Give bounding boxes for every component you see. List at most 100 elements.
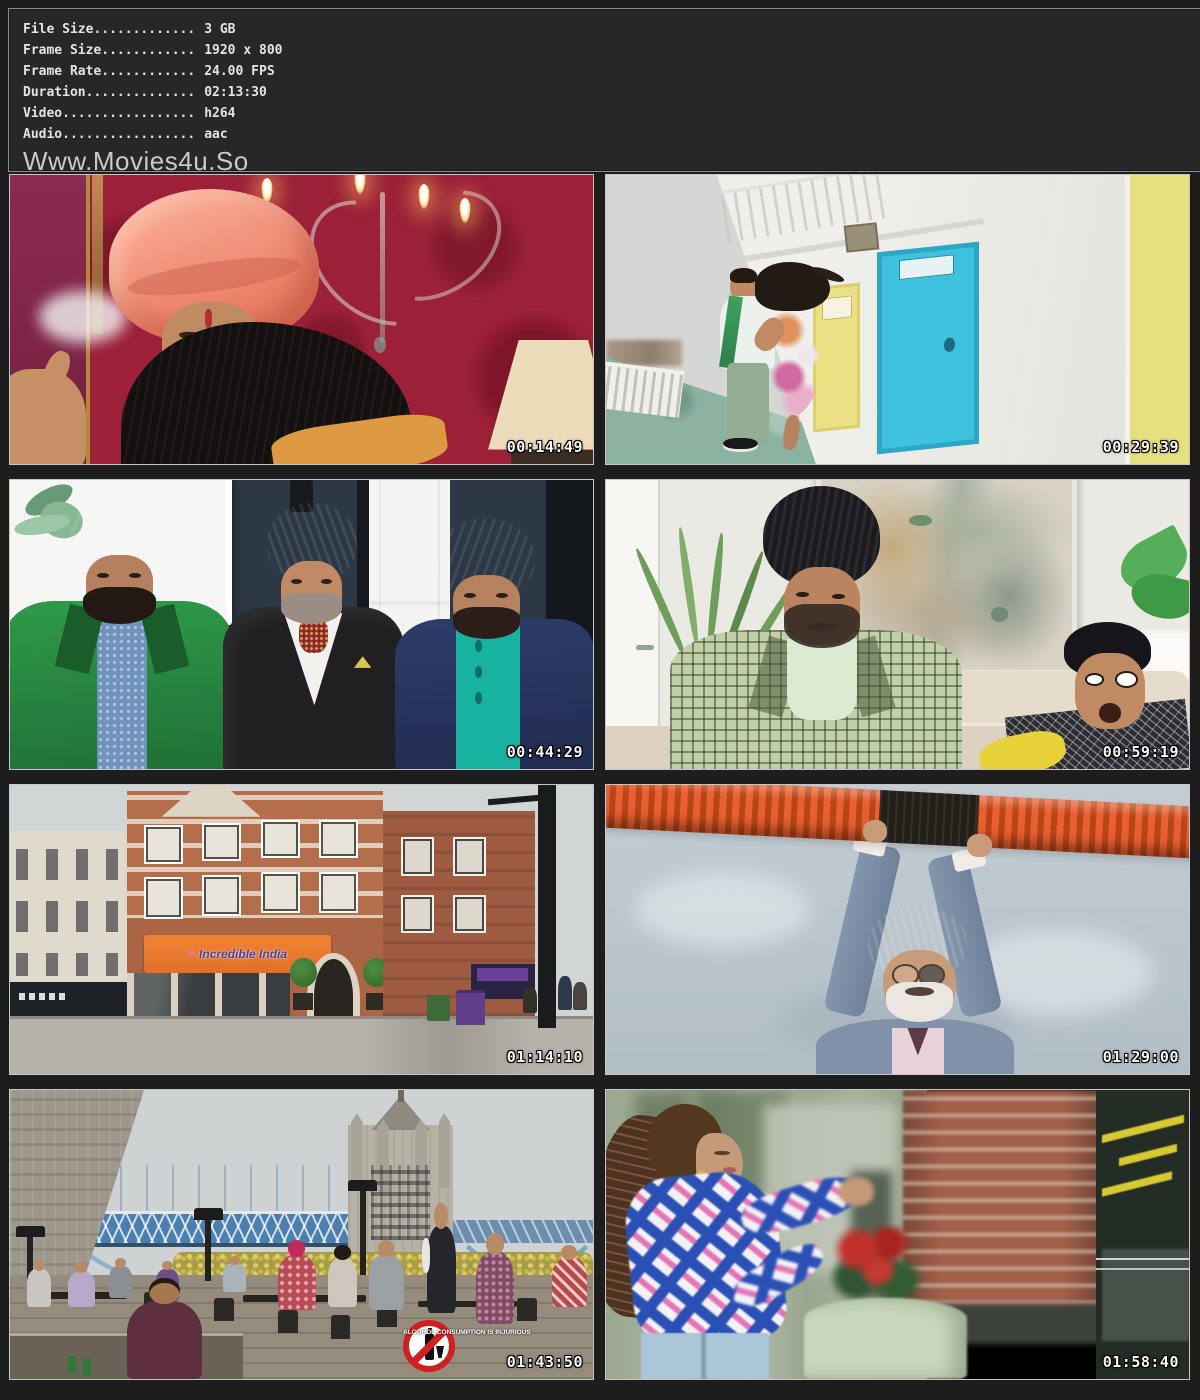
lamp-post (360, 1188, 366, 1275)
cafe-chair (214, 1298, 234, 1321)
window-row (16, 849, 121, 881)
topiary-tree (290, 958, 317, 987)
green-wheelie-bin (427, 995, 450, 1021)
lantern-head (194, 1208, 223, 1220)
scene-three-turbaned-men (10, 480, 593, 769)
timestamp-overlay: 00:29:39 (1103, 438, 1179, 456)
info-value: aac (195, 127, 227, 142)
man-in-pink-turban (278, 1255, 316, 1310)
storefront-sign-text: Incredible India (199, 947, 287, 961)
info-row-video: Video.................h264 (23, 103, 1200, 124)
yellow-wall-edge (1125, 175, 1190, 464)
diamond-pattern-cardigan (621, 1166, 789, 1349)
cafe-chair (278, 1310, 298, 1333)
media-info-panel: File Size.............3 GB Frame Size...… (8, 8, 1200, 172)
red-flower-cluster (828, 1226, 927, 1304)
blue-bridge-deck (86, 1211, 378, 1247)
white-beard (886, 982, 953, 1022)
screenshot-1: 00:14:49 (9, 174, 594, 465)
scene-hanging-from-pipe (606, 785, 1189, 1074)
gesturing-hand (9, 369, 86, 465)
tower-finial (398, 1089, 404, 1102)
info-label: File Size (23, 22, 93, 37)
pipe-black-joint (878, 790, 979, 847)
sash-window (144, 825, 183, 864)
tower-turret (439, 1113, 451, 1188)
info-value: h264 (195, 106, 235, 121)
sash-window (261, 820, 300, 859)
blue-hut-door (877, 242, 979, 455)
screenshot-4: 00:59:19 (605, 479, 1190, 770)
dot-leader: ............ (101, 43, 195, 58)
pedestrian (573, 982, 587, 1011)
timestamp-overlay: 00:59:19 (1103, 743, 1179, 761)
info-row-audio: Audio.................aac (23, 124, 1200, 145)
dark-beard (453, 607, 520, 639)
blurred-brick-column (903, 1090, 1101, 1321)
gripping-hand (967, 834, 991, 857)
wall-vent (844, 222, 880, 252)
info-value: 02:13:30 (195, 85, 267, 100)
warning-text: ALCOHOL CONSUMPTION IS INJURIOUS (403, 1329, 531, 1336)
dot-leader: ............. (93, 22, 195, 37)
dark-haired-woman (328, 1258, 357, 1307)
scene-plaid-suit-sofa (606, 480, 1189, 769)
gray-pavement (10, 1016, 593, 1075)
tower-windows (371, 1165, 429, 1240)
info-value: 24.00 FPS (195, 64, 274, 79)
tree-planter (293, 993, 313, 1010)
shop-glass-front (127, 973, 290, 1016)
seated-diner (27, 1269, 50, 1307)
sash-window (453, 895, 486, 934)
light-blue-jeans (641, 1333, 769, 1379)
info-label: Frame Size (23, 43, 101, 58)
woman-in-floral-dress (476, 1252, 514, 1324)
scene-running-woman-blur (606, 1090, 1189, 1379)
sash-window (319, 820, 358, 859)
sneaker (723, 438, 758, 452)
pale-green-planter (804, 1298, 967, 1379)
painting-fleck (991, 607, 1008, 621)
dark-storefront (10, 982, 127, 1017)
timestamp-overlay: 00:14:49 (507, 438, 583, 456)
tower-turret (351, 1113, 363, 1188)
candle-flame (459, 198, 471, 224)
screenshot-6: 01:29:00 (605, 784, 1190, 1075)
screenshot-2: 00:29:39 (605, 174, 1190, 465)
info-row-frame-size: Frame Size............1920 x 800 (23, 40, 1200, 61)
sash-window (202, 823, 241, 862)
white-balustrade (605, 361, 684, 418)
lantern-head (16, 1226, 45, 1238)
no-alcohol-icon (403, 1320, 455, 1372)
dot-leader: ................. (62, 127, 195, 142)
lower-window (1102, 1249, 1189, 1341)
cloud (635, 872, 810, 947)
pedestrian (523, 987, 537, 1013)
dot-leader: .............. (86, 85, 196, 100)
screenshot-grid: 00:14:49 00:29:39 (9, 174, 1190, 1380)
scene-tower-bridge-cafe: ALCOHOL CONSUMPTION IS INJURIOUS (10, 1090, 593, 1379)
street-lamp-pole (538, 785, 557, 1028)
screenshot-8: 01:58:40 (605, 1089, 1190, 1380)
dark-beard (784, 604, 860, 647)
standing-waiter (427, 1226, 456, 1313)
seated-diner (68, 1272, 94, 1307)
pale-green-shirt (787, 639, 857, 720)
green-bottle (68, 1356, 76, 1373)
sash-window (453, 837, 486, 876)
scene-london-street: ✻ Incredible India (10, 785, 593, 1074)
sash-window (144, 877, 183, 919)
info-value: 3 GB (195, 22, 235, 37)
green-bottle (83, 1359, 91, 1376)
man-in-check-shirt (552, 1258, 587, 1307)
timestamp-overlay: 01:58:40 (1103, 1353, 1179, 1371)
gripping-hand (863, 820, 887, 843)
screenshot-5: ✻ Incredible India 01:14:10 (9, 784, 594, 1075)
lantern-head (348, 1180, 377, 1192)
sash-window (319, 872, 358, 914)
man-in-gray-hoodie (369, 1255, 404, 1310)
info-label: Audio (23, 127, 62, 142)
glass-glyph (436, 1346, 444, 1358)
foreground-man-maroon (127, 1301, 203, 1379)
green-pants (727, 363, 769, 444)
